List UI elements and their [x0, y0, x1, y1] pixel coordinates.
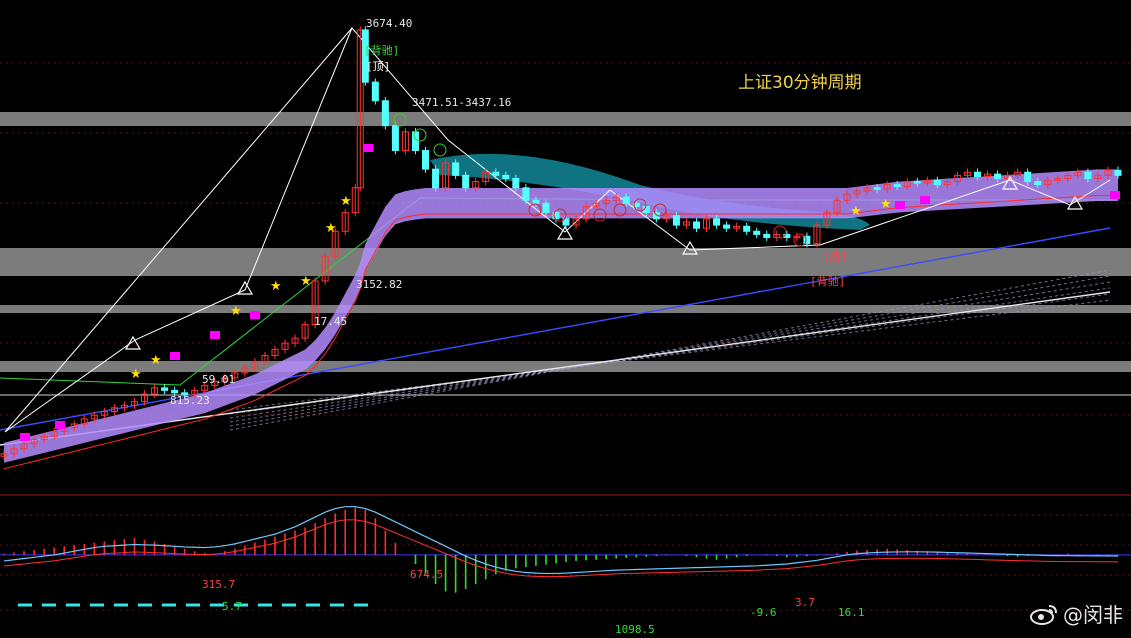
candle-body — [161, 387, 169, 391]
price-annotation: [底] — [823, 249, 847, 263]
magenta-marker — [895, 201, 905, 209]
magenta-marker — [1110, 191, 1120, 199]
magenta-marker — [210, 331, 220, 339]
price-annotation: 3674.40 — [366, 17, 412, 30]
watermark: @闵非 — [1029, 599, 1123, 628]
magenta-marker — [363, 144, 373, 152]
macd-annotation: 1098.5 — [615, 623, 655, 634]
watermark-text: @闵非 — [1063, 603, 1123, 627]
candle-body — [713, 218, 721, 226]
candle-body — [723, 224, 731, 229]
ma-fan-line — [229, 299, 1111, 411]
price-annotation: [背驰] — [810, 274, 845, 288]
candle-body — [873, 187, 881, 190]
candle-body — [933, 179, 941, 186]
macd-dif-line — [3, 506, 1119, 575]
star-marker: ★ — [300, 274, 312, 289]
candle-body — [492, 171, 500, 176]
ma-fan-line — [229, 269, 1111, 431]
magenta-marker — [55, 421, 65, 429]
star-marker: ★ — [325, 221, 337, 236]
candle-body — [803, 235, 811, 245]
star-marker: ★ — [130, 367, 142, 382]
price-annotation: 17.45 — [314, 315, 347, 328]
candle-body — [391, 125, 399, 152]
candle-body — [502, 174, 510, 179]
macd-annotation: -9.6 — [750, 606, 777, 619]
candle-body — [973, 171, 981, 178]
chart-area: ★ ★ ★ ★ ★ ★ ★ ★ ★ 3674.40 [背驰] [顶] 3471.51-3437.16 31… — [0, 0, 1131, 636]
price-annotation: 815.23 — [170, 394, 210, 407]
ma-green-line — [0, 197, 1110, 386]
candle-body — [1114, 169, 1122, 176]
candle-body — [672, 215, 680, 226]
macd-annotation: 16.1 — [838, 606, 865, 619]
price-annotation: 59.01 — [202, 373, 235, 386]
candle-body — [1034, 181, 1042, 186]
candle-body — [692, 221, 700, 229]
candle-body — [913, 181, 921, 184]
candle-body — [452, 162, 460, 176]
candle-body — [763, 233, 771, 238]
circle-marker — [433, 143, 447, 157]
star-marker: ★ — [880, 197, 892, 212]
chart-svg: ★★★★ ★★★★ ★3674.40[背驰][顶]3471.51-3437.1631… — [0, 17, 1131, 636]
star-marker: ★ — [850, 204, 862, 219]
price-annotation: 3152.82 — [356, 278, 402, 291]
candle-body — [753, 230, 761, 235]
candle-body — [371, 81, 379, 102]
magenta-marker — [250, 311, 260, 319]
candle-body — [432, 168, 440, 189]
magenta-marker — [920, 196, 930, 204]
candle-body — [381, 100, 389, 127]
candle-body — [171, 389, 179, 394]
star-marker: ★ — [270, 279, 282, 294]
price-annotation: [顶] — [366, 60, 390, 73]
candle-body — [422, 150, 430, 170]
candle-body — [522, 187, 530, 201]
macd-annotation: 674.5 — [410, 568, 443, 581]
candle-body — [411, 131, 419, 152]
star-marker: ★ — [230, 304, 242, 319]
candle-body — [1084, 171, 1092, 179]
magenta-marker — [20, 433, 30, 441]
candle-body — [893, 184, 901, 188]
candle-body — [994, 173, 1002, 179]
chart-title: 上证30分钟周期 — [738, 73, 862, 93]
triangle-marker — [556, 225, 574, 240]
ma-red-line — [3, 194, 1118, 470]
macd-annotation: 315.7 — [202, 578, 235, 591]
candle-body — [1024, 171, 1032, 183]
macd-annotation: 5.7 — [222, 600, 242, 613]
candle-body — [532, 199, 540, 204]
candle-body — [622, 196, 630, 204]
magenta-marker — [170, 352, 180, 360]
pivot-zone-band — [0, 248, 1131, 276]
ma-fan-line — [229, 275, 1111, 427]
pivot-zone-band — [0, 112, 1131, 126]
price-annotation: [背驰] — [364, 43, 399, 57]
candle-body — [512, 177, 520, 189]
weibo-icon — [1030, 604, 1057, 625]
macd-annotation: 3.7 — [795, 596, 815, 609]
price-annotation: 3471.51-3437.16 — [412, 96, 511, 109]
candle-body — [743, 225, 751, 232]
macd-dea-line — [3, 519, 1119, 578]
star-marker: ★ — [150, 353, 162, 368]
candle-body — [542, 202, 550, 214]
candle-body — [462, 174, 470, 189]
star-marker: ★ — [340, 194, 352, 209]
